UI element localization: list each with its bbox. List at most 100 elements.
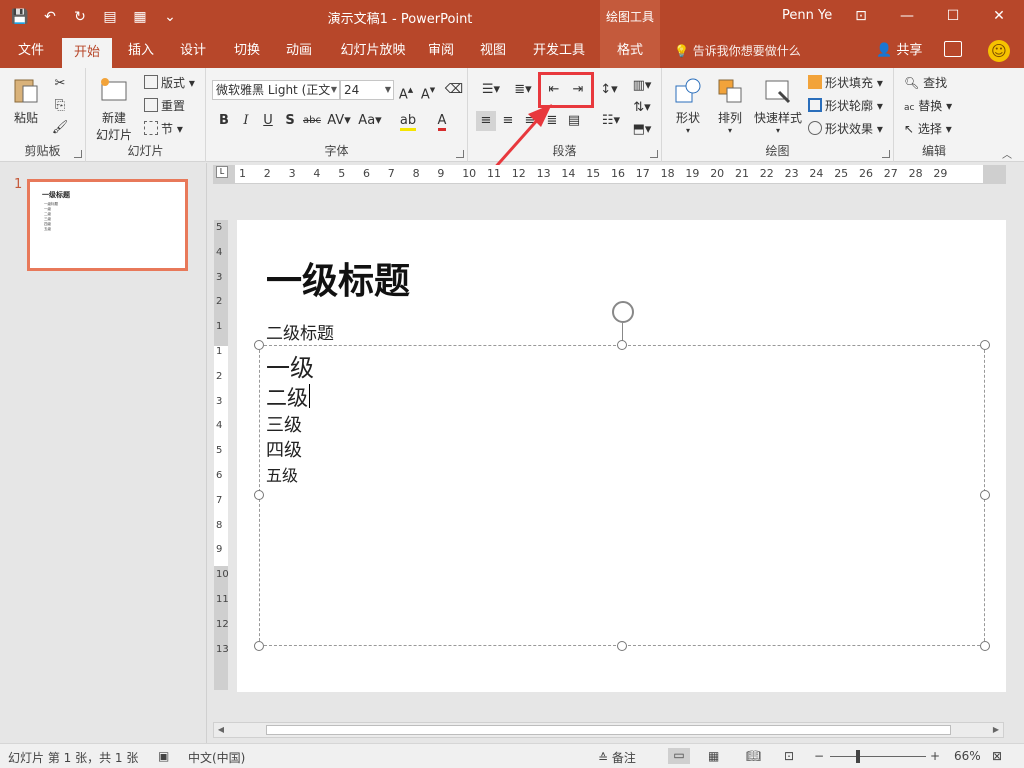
clipboard-launcher-icon[interactable] <box>74 150 82 158</box>
section-button[interactable]: 节 ▾ <box>144 120 183 137</box>
resize-handle[interactable] <box>617 641 627 651</box>
text-level-3[interactable]: 三级 <box>266 411 302 437</box>
text-direction-icon[interactable]: ⇅▾ <box>628 98 656 118</box>
zoom-out-icon[interactable]: − <box>814 749 824 763</box>
resize-handle[interactable] <box>617 340 627 350</box>
tab-transitions[interactable]: 切换 <box>224 34 270 68</box>
columns-icon[interactable]: ▥▾ <box>628 76 656 96</box>
tab-insert[interactable]: 插入 <box>118 34 164 68</box>
horizontal-ruler[interactable]: 1 2 3 4 5 6 7 8 9 10 11 12 13 14 15 16 17 18 19 20 21 22 23 24 2… <box>213 165 1006 184</box>
replace-button[interactable]: ac 替换 ▾ <box>904 97 952 114</box>
scroll-right-icon[interactable]: ▶ <box>989 723 1003 737</box>
resize-handle[interactable] <box>254 490 264 500</box>
rotate-handle-icon[interactable] <box>612 301 634 323</box>
notes-button[interactable]: ≙ 备注 <box>598 749 636 766</box>
maximize-icon[interactable]: ☐ <box>930 0 976 34</box>
font-color-icon[interactable]: A <box>432 111 452 131</box>
text-level-5[interactable]: 五级 <box>266 462 298 486</box>
tab-slideshow[interactable]: 幻灯片放映 <box>334 34 412 68</box>
resize-handle[interactable] <box>980 641 990 651</box>
columns-small-icon[interactable]: ☷▾ <box>596 111 626 131</box>
user-name[interactable]: Penn Ye <box>782 8 832 23</box>
text-shadow-icon[interactable]: S <box>280 111 300 131</box>
decrease-font-size-icon[interactable]: A▾ <box>418 80 438 102</box>
zoom-slider[interactable] <box>830 756 926 757</box>
text-highlight-icon[interactable]: ab <box>398 111 418 131</box>
resize-handle[interactable] <box>254 641 264 651</box>
underline-icon[interactable]: U <box>258 111 278 131</box>
quick-styles-button[interactable]: 快速样式 ▾ <box>750 76 806 135</box>
align-center-icon[interactable]: ≡ <box>498 111 518 131</box>
text-level-1[interactable]: 一级 <box>266 348 314 383</box>
scrollbar-thumb[interactable] <box>266 725 951 735</box>
vertical-ruler[interactable]: 5 4 3 2 1 1 2 3 4 5 6 7 8 9 10 11 12 13 <box>214 220 229 690</box>
align-right-icon[interactable]: ≡ <box>520 111 540 131</box>
smartart-icon[interactable]: ⬒▾ <box>628 120 656 140</box>
select-button[interactable]: ↖ 选择 ▾ <box>904 120 952 137</box>
slide-thumbnail[interactable]: 一级标题 一级标题 一级 二级 三级 四级 五级 <box>27 179 188 271</box>
spelling-check-icon[interactable]: ▣ <box>158 749 169 763</box>
slideshow-view-icon[interactable]: ⊡ <box>784 749 794 763</box>
paragraph-launcher-icon[interactable] <box>650 150 658 158</box>
clear-formatting-icon[interactable]: ⌫ <box>444 80 464 100</box>
minimize-icon[interactable]: — <box>884 0 930 34</box>
increase-font-size-icon[interactable]: A▴ <box>396 80 416 102</box>
slide-sorter-icon[interactable]: ▦ <box>708 749 719 763</box>
slide-subtitle[interactable]: 二级标题 <box>266 319 334 344</box>
find-button[interactable]: 🔍︎ 查找 <box>904 74 947 91</box>
scroll-left-icon[interactable]: ◀ <box>214 723 228 737</box>
tab-format[interactable]: 格式 <box>600 34 660 68</box>
font-size-combo[interactable]: 24 ▼ <box>340 80 394 100</box>
text-level-4[interactable]: 四级 <box>266 436 302 462</box>
distributed-icon[interactable]: ▤ <box>564 111 584 131</box>
change-case-icon[interactable]: Aa▾ <box>356 111 384 131</box>
layout-button[interactable]: 版式 ▾ <box>144 74 195 91</box>
tell-me-search[interactable]: 💡 告诉我你想要做什么 <box>674 34 801 68</box>
tab-home[interactable]: 开始 <box>62 38 112 68</box>
paste-button[interactable]: 粘贴 <box>8 76 44 126</box>
reset-button[interactable]: 重置 <box>144 97 185 114</box>
ribbon-display-options-icon[interactable]: ⊡ <box>838 0 884 34</box>
reading-view-icon[interactable]: 📖︎ <box>746 749 761 763</box>
share-button[interactable]: 👤 共享 <box>876 34 922 68</box>
bullets-icon[interactable]: ☰▾ <box>476 80 506 100</box>
strikethrough-icon[interactable]: abc <box>302 111 322 131</box>
tab-animations[interactable]: 动画 <box>276 34 322 68</box>
bold-icon[interactable]: B <box>214 111 234 131</box>
close-icon[interactable]: ✕ <box>976 0 1022 34</box>
tab-developer[interactable]: 开发工具 <box>526 34 592 68</box>
shape-effects-button[interactable]: 形状效果 ▾ <box>808 120 883 137</box>
drawing-launcher-icon[interactable] <box>882 150 890 158</box>
zoom-level[interactable]: 66% <box>954 749 981 763</box>
character-spacing-icon[interactable]: AV▾ <box>326 111 352 131</box>
new-slide-button[interactable]: 新建 幻灯片 <box>92 76 136 143</box>
feedback-smiley-icon[interactable]: ☺ <box>988 40 1010 62</box>
font-name-dropdown-icon[interactable]: ▼ <box>331 81 337 99</box>
tab-design[interactable]: 设计 <box>170 34 216 68</box>
zoom-in-icon[interactable]: + <box>930 749 940 763</box>
text-level-2[interactable]: 二级 <box>266 382 308 412</box>
zoom-slider-knob[interactable] <box>856 750 860 763</box>
font-name-combo[interactable]: 微软雅黑 Light (正文 ▼ <box>212 80 340 100</box>
tab-selector-icon[interactable]: L <box>216 166 228 178</box>
format-painter-icon[interactable]: 🖌 <box>50 118 70 138</box>
horizontal-scrollbar[interactable]: ◀ ▶ <box>213 722 1004 738</box>
italic-icon[interactable]: I <box>236 111 256 131</box>
font-launcher-icon[interactable] <box>456 150 464 158</box>
cut-icon[interactable]: ✂ <box>50 74 70 94</box>
tab-file[interactable]: 文件 <box>8 34 54 68</box>
shapes-button[interactable]: 形状 ▾ <box>670 76 706 135</box>
content-textbox[interactable] <box>259 345 985 646</box>
font-size-dropdown-icon[interactable]: ▼ <box>385 81 391 99</box>
align-left-icon[interactable]: ≡ <box>476 111 496 131</box>
fit-to-window-icon[interactable]: ⊠ <box>992 749 1002 763</box>
line-spacing-icon[interactable]: ↕▾ <box>594 80 624 100</box>
tab-review[interactable]: 审阅 <box>418 34 464 68</box>
comments-icon[interactable] <box>944 41 962 57</box>
copy-icon[interactable]: ⎘ <box>50 96 70 116</box>
arrange-button[interactable]: 排列 ▾ <box>710 76 750 135</box>
resize-handle[interactable] <box>980 490 990 500</box>
shape-outline-button[interactable]: 形状轮廓 ▾ <box>808 97 883 114</box>
slide-title[interactable]: 一级标题 <box>266 252 410 304</box>
language-indicator[interactable]: 中文(中国) <box>188 749 245 766</box>
